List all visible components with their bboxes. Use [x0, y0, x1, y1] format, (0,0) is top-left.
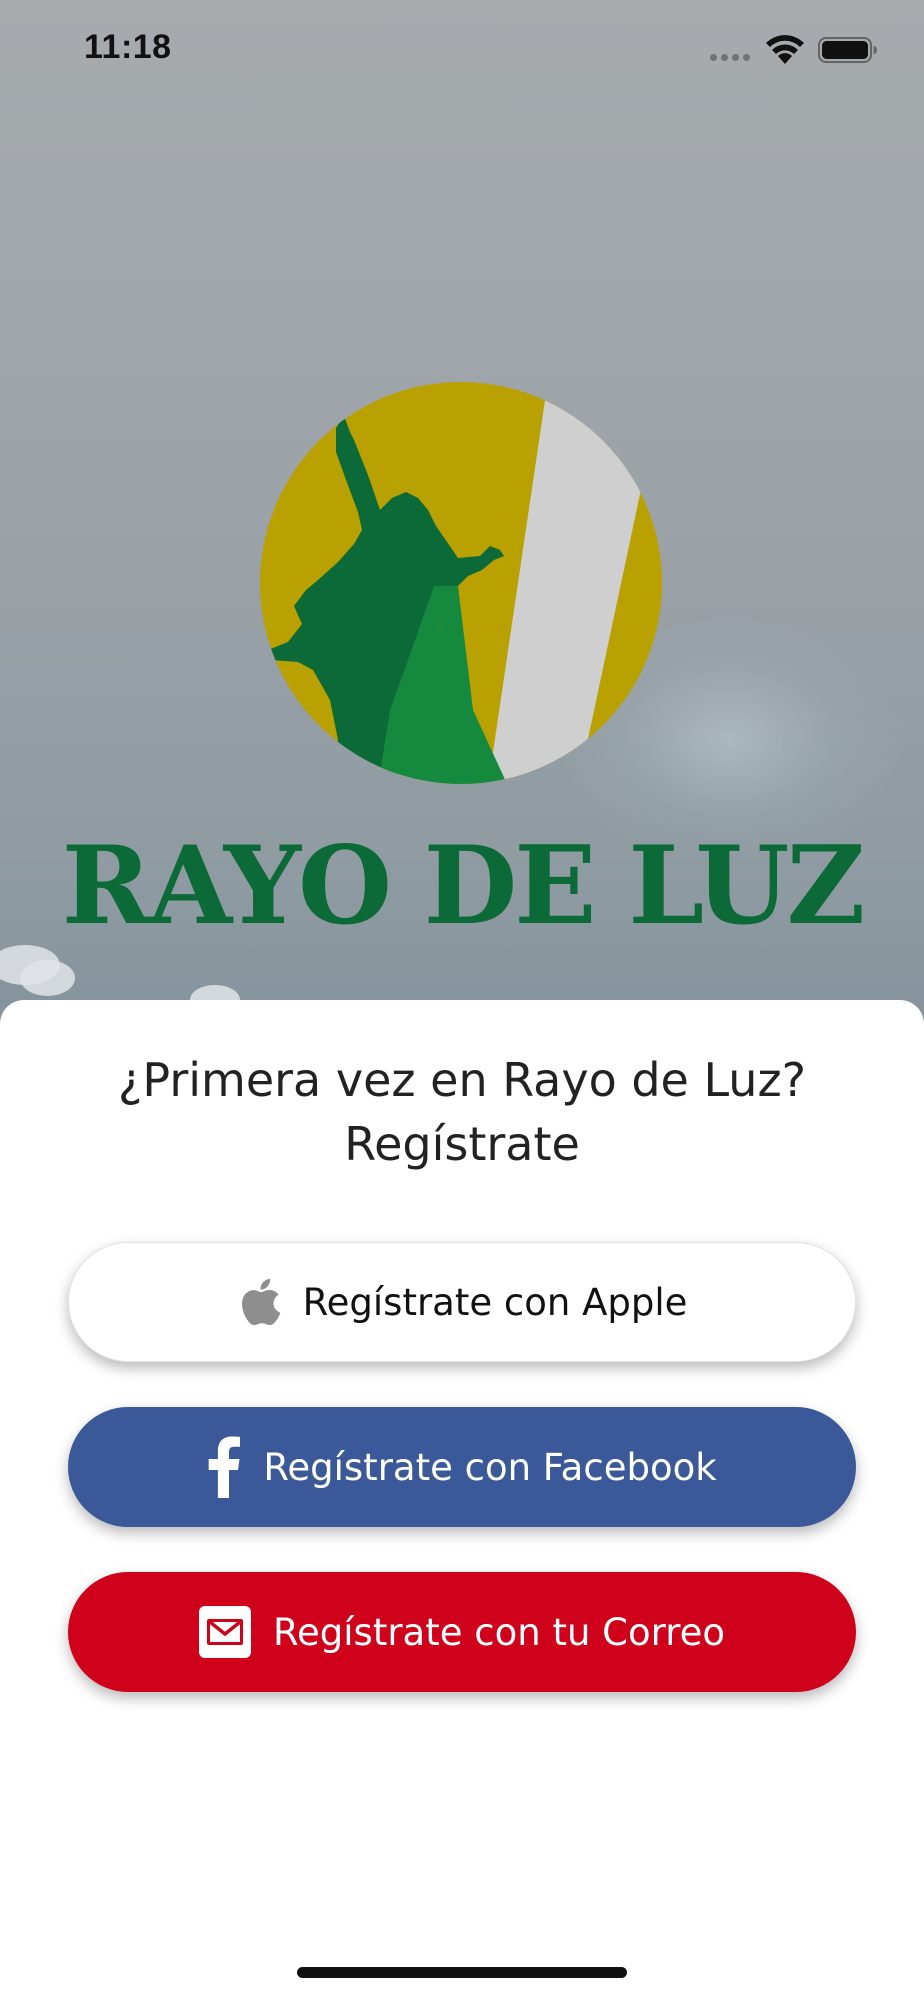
signup-email-button[interactable]: Regístrate con tu Correo	[68, 1572, 856, 1692]
status-bar: 11:18	[0, 0, 924, 100]
status-time: 11:18	[84, 28, 172, 66]
home-indicator	[297, 1967, 627, 1978]
signup-apple-label: Regístrate con Apple	[302, 1280, 688, 1324]
signup-apple-button[interactable]: Regístrate con Apple	[68, 1242, 856, 1362]
signup-email-label: Regístrate con tu Correo	[272, 1610, 726, 1654]
wifi-icon	[766, 35, 804, 64]
facebook-icon	[207, 1436, 241, 1498]
signup-title: ¿Primera vez en Rayo de Luz? Regístrate	[40, 1048, 884, 1176]
signup-title-line2: Regístrate	[344, 1117, 580, 1171]
logo-wordmark: RAYO DE LUZ	[61, 823, 866, 949]
background-cloud	[20, 960, 75, 996]
signup-title-line1: ¿Primera vez en Rayo de Luz?	[117, 1053, 807, 1107]
signup-screen: 11:18 RAYO DE LUZ ¿Primera vez en Rayo d…	[0, 0, 924, 2000]
signup-facebook-button[interactable]: Regístrate con Facebook	[68, 1407, 856, 1527]
mail-icon	[198, 1606, 251, 1658]
rayo-de-luz-logo-icon	[260, 382, 662, 784]
apple-icon	[237, 1277, 281, 1327]
signal-dots-icon	[710, 54, 750, 61]
battery-icon	[818, 37, 877, 63]
signup-facebook-label: Regístrate con Facebook	[263, 1445, 717, 1489]
